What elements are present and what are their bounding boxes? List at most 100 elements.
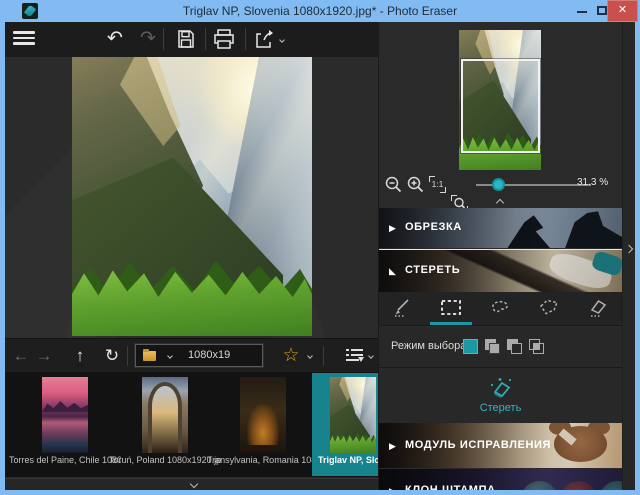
favorites-dropdown-chevron-icon[interactable] bbox=[307, 353, 313, 359]
active-tool-underline bbox=[430, 322, 472, 325]
zoom-out-icon bbox=[384, 175, 403, 194]
thumbnail-label: Transylvania, Romania 1080... bbox=[207, 455, 319, 465]
main-toolbar: ↶ ↷ bbox=[5, 22, 378, 57]
collapse-navigator-chevron-icon bbox=[496, 199, 504, 207]
mode-new-selection-active[interactable] bbox=[463, 339, 478, 354]
share-icon bbox=[253, 28, 277, 50]
view-dropdown-chevron-icon[interactable] bbox=[368, 353, 374, 359]
favorites-star-button[interactable]: ☆ bbox=[279, 343, 303, 369]
section-clone-stamp[interactable]: ▶ КЛОН ШТАМПА bbox=[379, 469, 622, 490]
tool-polygon-select[interactable] bbox=[525, 292, 573, 326]
address-dropdown-chevron-icon[interactable] bbox=[167, 353, 173, 359]
close-button[interactable]: ✕ bbox=[607, 0, 638, 22]
filmstrip-item-torun[interactable]: Toruń, Poland 1080x1920.jpg bbox=[117, 373, 213, 471]
navigator-viewport-rect[interactable] bbox=[461, 59, 540, 153]
app-content: ↶ ↷ bbox=[5, 22, 635, 490]
zoom-actual-size-button[interactable]: 1:1 bbox=[428, 175, 447, 194]
zoom-controls: 1:1 31.3 % bbox=[379, 173, 622, 197]
collapse-filmstrip-chevron-icon bbox=[190, 480, 198, 488]
erase-button-label: Стереть bbox=[379, 402, 622, 414]
editor-column: ↶ ↷ bbox=[5, 22, 378, 490]
app-icon bbox=[22, 3, 38, 19]
image-canvas[interactable] bbox=[5, 57, 378, 338]
filmstrip: Torres del Paine, Chile 1080... Toruń, P… bbox=[5, 372, 378, 477]
erase-tools-row bbox=[379, 292, 622, 326]
polygon-select-icon bbox=[537, 297, 561, 319]
filmstrip-collapse-bar[interactable] bbox=[5, 478, 378, 490]
toolbar-separator bbox=[245, 28, 246, 50]
section-title: МОДУЛЬ ИСПРАВЛЕНИЯ bbox=[405, 439, 551, 451]
lasso-select-icon bbox=[488, 297, 512, 319]
filmstrip-item-triglav-selected[interactable]: Triglav NP, Slov bbox=[312, 373, 378, 476]
brush-tool-icon bbox=[391, 297, 415, 319]
minimize-icon bbox=[577, 11, 587, 13]
rectangle-select-icon bbox=[439, 297, 463, 319]
section-erase[interactable]: ◣ СТЕРЕТЬ bbox=[379, 249, 622, 292]
mode-subtract-selection[interactable] bbox=[507, 339, 522, 354]
share-button[interactable] bbox=[253, 28, 277, 55]
print-button[interactable] bbox=[212, 28, 236, 55]
thumbnail-transylvania[interactable] bbox=[240, 377, 286, 453]
erase-action-icon bbox=[487, 376, 515, 402]
nav-up-button[interactable]: ↑ bbox=[69, 344, 91, 368]
undo-button[interactable]: ↶ bbox=[102, 26, 128, 52]
eraser-logo-icon bbox=[24, 5, 36, 18]
view-options-button[interactable] bbox=[346, 349, 364, 363]
one-to-one-icon: 1:1 bbox=[428, 179, 447, 189]
folder-address-combo[interactable]: 1080x19 bbox=[135, 344, 263, 367]
panel-collapse-strip[interactable] bbox=[622, 22, 635, 490]
filmstrip-item-torres[interactable]: Torres del Paine, Chile 1080... bbox=[17, 373, 113, 471]
zoom-in-icon bbox=[406, 175, 425, 194]
save-icon bbox=[175, 28, 197, 50]
titlebar[interactable]: Triglav NP, Slovenia 1080x1920.jpg* - Ph… bbox=[0, 0, 640, 22]
folder-icon bbox=[143, 351, 156, 361]
section-title: ОБРЕЗКА bbox=[405, 221, 462, 233]
filmstrip-item-transylvania[interactable]: Transylvania, Romania 1080... bbox=[215, 373, 311, 471]
thumbnail-triglav[interactable] bbox=[330, 377, 376, 453]
erase-action-block[interactable]: Стереть bbox=[379, 369, 622, 423]
selection-mode-row: Режим выбора bbox=[379, 327, 622, 368]
thumbnail-torres[interactable] bbox=[42, 377, 88, 453]
tool-rect-select-active[interactable] bbox=[427, 292, 475, 326]
eraser-tool-icon bbox=[586, 297, 610, 319]
section-collapsed-arrow-icon: ▶ bbox=[389, 441, 396, 452]
tool-eraser[interactable] bbox=[574, 292, 622, 326]
zoom-slider-handle[interactable] bbox=[492, 178, 505, 191]
print-icon bbox=[212, 28, 236, 50]
nav-back-button[interactable]: ← bbox=[10, 344, 32, 368]
zoom-in-button[interactable] bbox=[406, 175, 425, 194]
photo-triglav[interactable] bbox=[72, 57, 312, 336]
mode-intersect-selection[interactable] bbox=[529, 339, 544, 354]
section-collapsed-arrow-icon: ▶ bbox=[389, 486, 396, 490]
address-value[interactable]: 1080x19 bbox=[188, 345, 258, 366]
section-crop[interactable]: ▶ ОБРЕЗКА bbox=[379, 208, 622, 248]
zoom-percentage-label: 31.3 % bbox=[577, 177, 608, 188]
tools-panel: 1:1 31.3 % ▶ ОБРЕЗКА bbox=[378, 22, 635, 490]
collapse-panel-chevron-icon bbox=[625, 245, 633, 253]
nav-forward-button[interactable]: → bbox=[33, 344, 55, 368]
menu-button[interactable] bbox=[13, 31, 37, 48]
selection-mode-label: Режим выбора bbox=[391, 340, 466, 352]
save-button[interactable] bbox=[175, 28, 197, 55]
minimize-button[interactable] bbox=[573, 0, 591, 22]
window-title: Triglav NP, Slovenia 1080x1920.jpg* - Ph… bbox=[120, 0, 520, 22]
redo-button[interactable]: ↷ bbox=[135, 26, 161, 52]
tool-lasso-select[interactable] bbox=[476, 292, 524, 326]
navigator-panel bbox=[379, 22, 622, 173]
maximize-icon bbox=[597, 6, 607, 15]
share-dropdown-chevron-icon[interactable] bbox=[279, 37, 285, 43]
toolbar-separator bbox=[205, 28, 206, 50]
section-collapsed-arrow-icon: ▶ bbox=[389, 223, 396, 234]
mode-add-selection[interactable] bbox=[485, 339, 500, 354]
thumbnail-torun[interactable] bbox=[142, 377, 188, 453]
navigator-collapse-bar[interactable] bbox=[379, 197, 622, 208]
nav-refresh-button[interactable]: ↻ bbox=[101, 344, 123, 368]
zoom-out-button[interactable] bbox=[384, 175, 403, 194]
thumbnail-label: Triglav NP, Slov bbox=[318, 455, 378, 465]
filenav-separator bbox=[127, 346, 128, 366]
section-title: СТЕРЕТЬ bbox=[405, 264, 460, 276]
section-title: КЛОН ШТАМПА bbox=[405, 484, 496, 490]
tool-brush-select[interactable] bbox=[379, 292, 427, 326]
thumbnail-label: Torres del Paine, Chile 1080... bbox=[9, 455, 121, 465]
section-fix-module[interactable]: ▶ МОДУЛЬ ИСПРАВЛЕНИЯ bbox=[379, 423, 622, 468]
